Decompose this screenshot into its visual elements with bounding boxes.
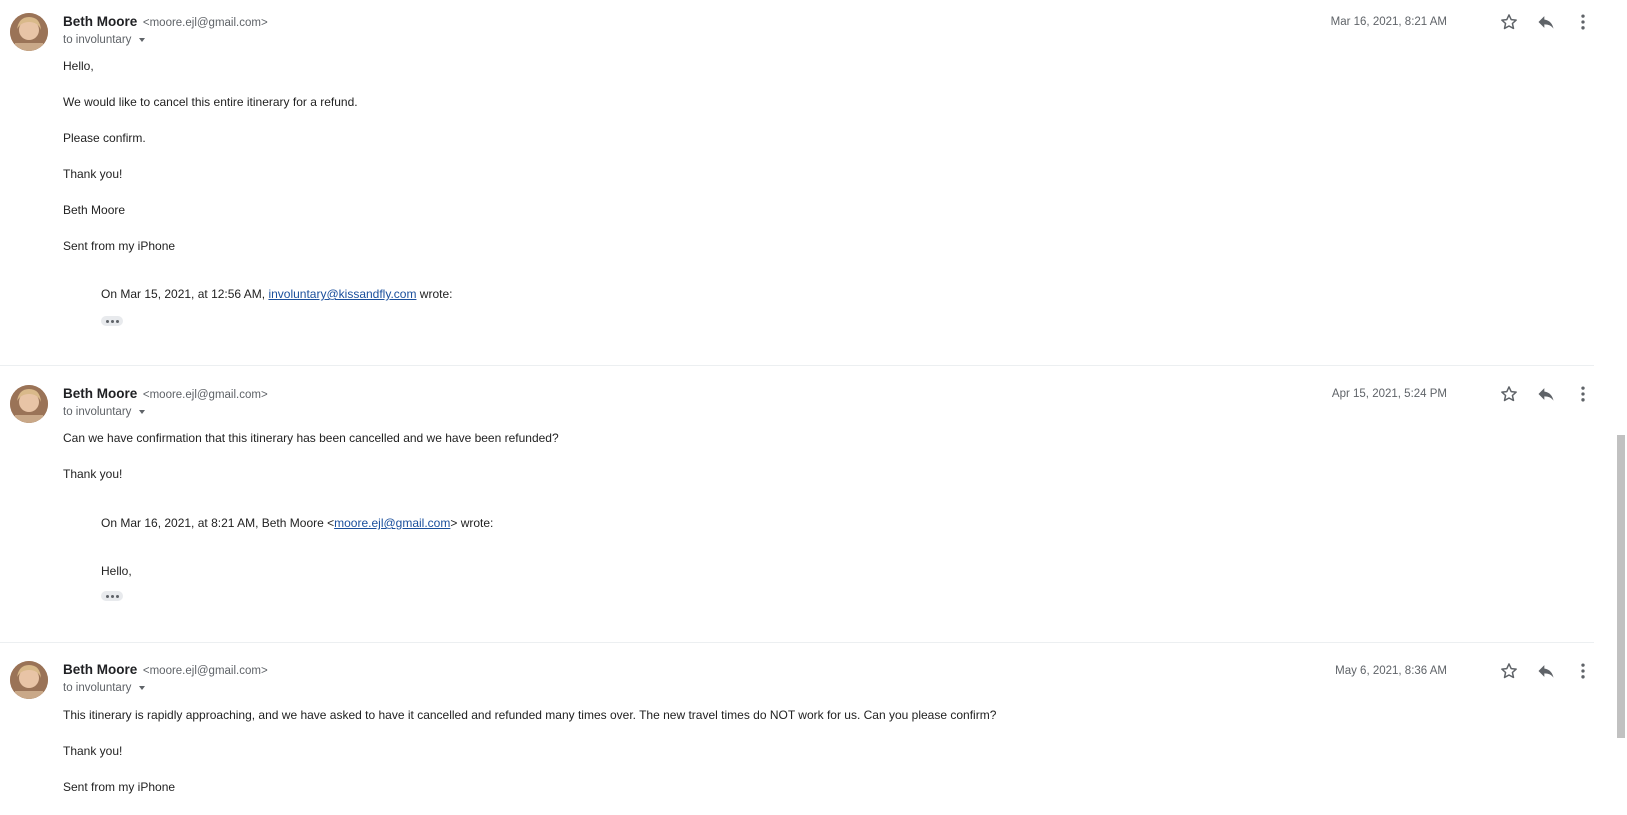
sender-line: Beth Moore <moore.ejl@gmail.com> [63, 662, 268, 677]
quote-body-line: Hello, [101, 564, 132, 578]
recipient-label: to involuntary [63, 682, 132, 694]
message-1: Beth Moore <moore.ejl@gmail.com> to invo… [0, 0, 1594, 365]
avatar[interactable] [10, 661, 48, 699]
message-3: Beth Moore <moore.ejl@gmail.com> to invo… [0, 649, 1594, 815]
more-options-button[interactable] [1571, 382, 1595, 406]
reply-icon [1538, 16, 1554, 29]
show-trimmed-content-button[interactable] [101, 591, 123, 601]
recipient-label: to involuntary [63, 34, 132, 46]
message-divider [0, 642, 1594, 643]
sender-line: Beth Moore <moore.ejl@gmail.com> [63, 14, 268, 29]
reply-button[interactable] [1534, 10, 1558, 34]
message-date: Apr 15, 2021, 5:24 PM [1331, 388, 1447, 400]
body-line: This itinerary is rapidly approaching, a… [63, 708, 997, 722]
sender-line: Beth Moore <moore.ejl@gmail.com> [63, 386, 268, 401]
body-line: Hello, [63, 59, 94, 73]
sender-name[interactable]: Beth Moore [63, 386, 137, 401]
sender-email: <moore.ejl@gmail.com> [142, 17, 268, 29]
message-2: Beth Moore <moore.ejl@gmail.com> to invo… [0, 372, 1594, 642]
recipient-dropdown[interactable]: to involuntary [63, 34, 146, 46]
star-button[interactable] [1497, 382, 1521, 406]
message-date: May 6, 2021, 8:36 AM [1335, 665, 1447, 677]
sender-name[interactable]: Beth Moore [63, 14, 137, 29]
show-trimmed-content-button[interactable] [101, 316, 123, 326]
recipient-dropdown[interactable]: to involuntary [63, 406, 146, 418]
body-line: Can we have confirmation that this itine… [63, 431, 559, 445]
avatar[interactable] [10, 13, 48, 51]
more-options-button[interactable] [1571, 659, 1595, 683]
body-line: Thank you! [63, 744, 123, 758]
ellipsis-icon [105, 319, 109, 323]
body-line: We would like to cancel this entire itin… [63, 95, 358, 109]
sender-name[interactable]: Beth Moore [63, 662, 137, 677]
star-icon [1501, 14, 1517, 30]
star-button[interactable] [1497, 659, 1521, 683]
body-line: Thank you! [63, 167, 123, 181]
quote-suffix: > wrote: [450, 516, 494, 530]
quote-prefix: On Mar 15, 2021, at 12:56 AM, [101, 287, 269, 301]
reply-button[interactable] [1534, 382, 1558, 406]
quote-prefix: On Mar 16, 2021, at 8:21 AM, Beth Moore … [101, 516, 335, 530]
reply-icon [1538, 665, 1554, 678]
body-line: Sent from my iPhone [63, 239, 176, 253]
body-line: Please confirm. [63, 131, 146, 145]
recipient-label: to involuntary [63, 406, 132, 418]
message-divider [0, 365, 1594, 366]
quote-email-link[interactable]: moore.ejl@gmail.com [334, 516, 450, 530]
quote-header: On Mar 15, 2021, at 12:56 AM, involuntar… [101, 287, 452, 301]
message-date: Mar 16, 2021, 8:21 AM [1330, 16, 1447, 28]
scrollbar-thumb[interactable] [1617, 435, 1625, 738]
reply-icon [1538, 388, 1554, 401]
more-options-button[interactable] [1571, 10, 1595, 34]
body-line: Beth Moore [63, 203, 126, 217]
star-button[interactable] [1497, 10, 1521, 34]
avatar[interactable] [10, 385, 48, 423]
more-vert-icon [1581, 386, 1585, 402]
chevron-down-icon[interactable] [139, 685, 146, 690]
star-icon [1501, 663, 1517, 679]
reply-button[interactable] [1534, 659, 1558, 683]
recipient-dropdown[interactable]: to involuntary [63, 682, 146, 694]
chevron-down-icon[interactable] [139, 37, 146, 42]
quote-header: On Mar 16, 2021, at 8:21 AM, Beth Moore … [101, 516, 493, 530]
body-line: Thank you! [63, 467, 123, 481]
body-line: Sent from my iPhone [63, 780, 176, 794]
star-icon [1501, 386, 1517, 402]
chevron-down-icon[interactable] [139, 409, 146, 414]
sender-email: <moore.ejl@gmail.com> [142, 389, 268, 401]
sender-email: <moore.ejl@gmail.com> [142, 665, 268, 677]
more-vert-icon [1581, 14, 1585, 30]
ellipsis-icon [105, 594, 109, 598]
quote-email-link[interactable]: involuntary@kissandfly.com [268, 287, 416, 301]
quote-suffix: wrote: [416, 287, 453, 301]
more-vert-icon [1581, 663, 1585, 679]
